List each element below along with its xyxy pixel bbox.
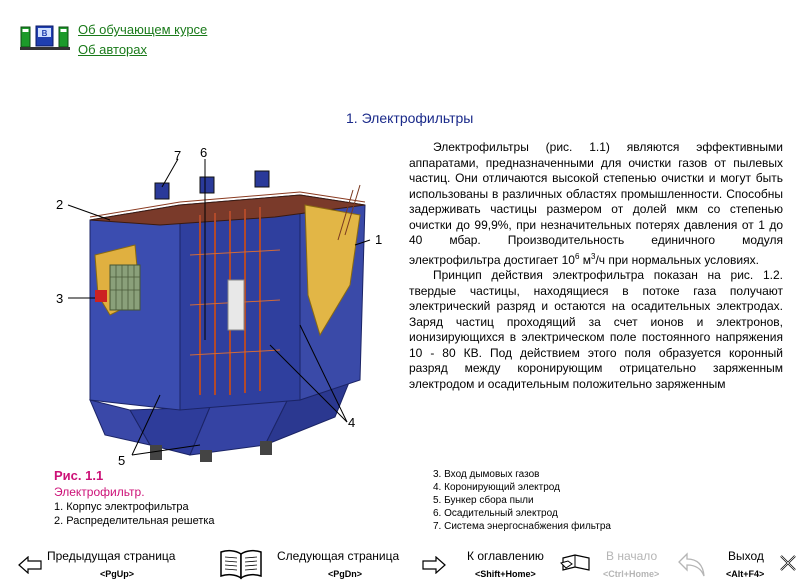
home-label: В начало — [606, 549, 658, 563]
arrow-left-icon — [18, 556, 42, 574]
undo-arrow-icon — [678, 552, 705, 577]
figure-label-1: 1 — [375, 232, 382, 247]
toc-key: <Shift+Home> — [475, 569, 536, 579]
table-of-contents-button[interactable]: К оглавлению <Shift+Home> — [455, 540, 595, 588]
next-page-button[interactable]: Следующая страница <PgDn> — [270, 540, 450, 588]
figure-label-4: 4 — [348, 415, 355, 430]
book-hand-icon — [560, 554, 590, 571]
open-book-icon — [220, 549, 262, 580]
prev-page-button[interactable]: Предыдущая страница <PgUp> — [0, 540, 215, 588]
contents-book-button[interactable] — [215, 540, 265, 588]
caption-title: Рис. 1.1 — [54, 468, 104, 483]
about-course-link[interactable]: Об обучающем курсе — [78, 20, 207, 40]
figure-caption: Рис. 1.1 Электрофильтр. 1. Корпус электр… — [54, 468, 215, 528]
electrostatic-precipitator-illustration: 7 6 2 1 3 4 5 — [56, 145, 382, 465]
exit-key: <Alt+F4> — [726, 569, 765, 579]
legend-item: 2. Распределительная решетка — [54, 515, 215, 527]
legend-item: 1. Корпус электрофильтра — [54, 501, 189, 513]
next-page-label: Следующая страница — [277, 549, 400, 563]
legend-item: 7. Система энергоснабжения фильтра — [433, 521, 611, 532]
figure-label-5: 5 — [118, 453, 125, 465]
legend-item: 3. Вход дымовых газов — [433, 469, 540, 480]
toc-label: К оглавлению — [467, 549, 544, 563]
figure-legend: 3. Вход дымовых газов 4. Коронирующий эл… — [433, 468, 611, 533]
bottom-navigation: Предыдущая страница <PgUp> Следующая стр… — [0, 540, 811, 588]
paragraph-2: Принцип действия электрофильтра показан … — [409, 268, 783, 391]
figure-label-2: 2 — [56, 197, 63, 212]
page-title: 1. Электрофильтры — [346, 110, 474, 126]
figure-label-3: 3 — [56, 291, 63, 306]
about-authors-link[interactable]: Об авторах — [78, 40, 207, 60]
go-to-start-button[interactable]: В начало <Ctrl+Home> — [595, 540, 710, 588]
svg-text:B: B — [42, 29, 48, 38]
home-key: <Ctrl+Home> — [603, 569, 660, 579]
prev-page-key: <PgUp> — [100, 569, 135, 579]
caption-subtitle: Электрофильтр. — [54, 485, 145, 499]
article-text: Электрофильтры (рис. 1.1) являются эффек… — [409, 140, 783, 392]
legend-item: 6. Осадительный электрод — [433, 508, 558, 519]
legend-item: 4. Коронирующий электрод — [433, 482, 560, 493]
prev-page-label: Предыдущая страница — [47, 549, 176, 563]
course-logo-icon: B — [20, 25, 70, 50]
arrow-right-icon — [422, 556, 446, 574]
legend-item: 5. Бункер сбора пыли — [433, 495, 534, 506]
exit-button[interactable]: Выход <Alt+F4> — [722, 540, 811, 588]
exit-label: Выход — [728, 549, 764, 563]
close-icon — [780, 555, 796, 571]
paragraph-1: Электрофильтры (рис. 1.1) являются эффек… — [409, 140, 783, 267]
figure-label-6: 6 — [200, 145, 207, 160]
figure-label-7: 7 — [174, 148, 181, 163]
next-page-key: <PgDn> — [328, 569, 363, 579]
